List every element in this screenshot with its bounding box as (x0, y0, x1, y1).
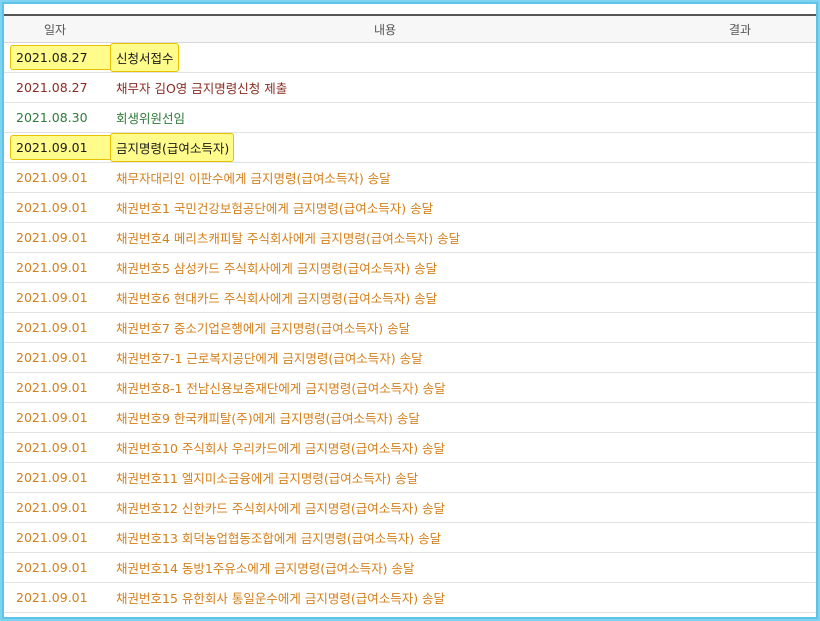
row-result (664, 192, 816, 223)
row-content: 채권번호6 현대카드 주식회사에게 금지명령(급여소득자) 송달 (106, 282, 664, 313)
row-content: 금지명령(급여소득자) (110, 133, 235, 162)
row-result (664, 102, 816, 133)
table-row: 2021.09.01 채권번호14 동방1주유소에게 금지명령(급여소득자) 송… (4, 552, 816, 583)
table-row: 2021.09.01 채권번호12 신한카드 주식회사에게 금지명령(급여소득자… (4, 492, 816, 523)
row-result (664, 342, 816, 373)
row-result (664, 432, 816, 463)
row-result (664, 462, 816, 493)
row-result (664, 372, 816, 403)
row-content: 채권번호8-1 전남신용보증재단에게 금지명령(급여소득자) 송달 (106, 372, 664, 403)
row-date: 2021.09.01 (4, 222, 106, 253)
table-row: 2021.09.01 채권번호4 메리츠캐피탈 주식회사에게 금지명령(급여소득… (4, 222, 816, 253)
row-result (664, 582, 816, 613)
row-date: 2021.09.01 (4, 582, 106, 613)
case-history-table: 일자 내용 결과 2021.08.27 신청서접수 2021.08.27 채무자… (4, 14, 816, 613)
table-row: 2021.08.27 신청서접수 (4, 42, 816, 73)
table-header-row: 일자 내용 결과 (4, 14, 816, 43)
row-result (664, 132, 816, 163)
table-row: 2021.09.01 채권번호10 주식회사 우리카드에게 금지명령(급여소득자… (4, 432, 816, 463)
row-date: 2021.09.01 (4, 342, 106, 373)
row-date: 2021.08.27 (4, 72, 106, 103)
row-content: 채권번호14 동방1주유소에게 금지명령(급여소득자) 송달 (106, 552, 664, 583)
table-row: 2021.09.01 금지명령(급여소득자) (4, 132, 816, 163)
row-date: 2021.08.27 (10, 45, 113, 70)
row-content: 채권번호11 엘지미소금융에게 금지명령(급여소득자) 송달 (106, 462, 664, 493)
row-date: 2021.09.01 (4, 522, 106, 553)
table-row: 2021.09.01 채권번호5 삼성카드 주식회사에게 금지명령(급여소득자)… (4, 252, 816, 283)
table-row: 2021.08.30 회생위원선임 (4, 102, 816, 133)
row-date: 2021.09.01 (4, 372, 106, 403)
row-result (664, 402, 816, 433)
row-date: 2021.09.01 (4, 552, 106, 583)
table-row: 2021.08.27 채무자 김O영 금지명령신청 제출 (4, 72, 816, 103)
row-content: 채무자 김O영 금지명령신청 제출 (106, 72, 664, 103)
row-content: 채권번호10 주식회사 우리카드에게 금지명령(급여소득자) 송달 (106, 432, 664, 463)
row-result (664, 162, 816, 193)
row-date: 2021.09.01 (4, 462, 106, 493)
row-content: 채권번호13 회덕농업협동조합에게 금지명령(급여소득자) 송달 (106, 522, 664, 553)
header-content: 내용 (106, 14, 664, 43)
row-result (664, 312, 816, 343)
row-date: 2021.09.01 (4, 492, 106, 523)
row-content: 채권번호9 한국캐피탈(주)에게 금지명령(급여소득자) 송달 (106, 402, 664, 433)
row-date: 2021.09.01 (4, 312, 106, 343)
row-date: 2021.09.01 (4, 252, 106, 283)
table-row: 2021.09.01 채권번호7 중소기업은행에게 금지명령(급여소득자) 송달 (4, 312, 816, 343)
row-date: 2021.08.30 (4, 102, 106, 133)
row-content: 채권번호4 메리츠캐피탈 주식회사에게 금지명령(급여소득자) 송달 (106, 222, 664, 253)
row-date: 2021.09.01 (4, 402, 106, 433)
row-content: 채권번호1 국민건강보험공단에게 금지명령(급여소득자) 송달 (106, 192, 664, 223)
row-content: 채권번호15 유한회사 통일운수에게 금지명령(급여소득자) 송달 (106, 582, 664, 613)
row-result (664, 282, 816, 313)
table-row: 2021.09.01 채권번호11 엘지미소금융에게 금지명령(급여소득자) 송… (4, 462, 816, 493)
table-row: 2021.09.01 채무자대리인 이판수에게 금지명령(급여소득자) 송달 (4, 162, 816, 193)
row-content: 채무자대리인 이판수에게 금지명령(급여소득자) 송달 (106, 162, 664, 193)
table-row: 2021.09.01 채권번호13 회덕농업협동조합에게 금지명령(급여소득자)… (4, 522, 816, 553)
row-content: 채권번호12 신한카드 주식회사에게 금지명령(급여소득자) 송달 (106, 492, 664, 523)
table-row: 2021.09.01 채권번호6 현대카드 주식회사에게 금지명령(급여소득자)… (4, 282, 816, 313)
row-result (664, 42, 816, 73)
row-content: 채권번호5 삼성카드 주식회사에게 금지명령(급여소득자) 송달 (106, 252, 664, 283)
row-result (664, 552, 816, 583)
row-result (664, 72, 816, 103)
row-result (664, 492, 816, 523)
row-result (664, 522, 816, 553)
header-date: 일자 (4, 14, 106, 43)
header-result: 결과 (664, 14, 816, 43)
row-date: 2021.09.01 (4, 282, 106, 313)
row-date: 2021.09.01 (10, 135, 113, 160)
row-date: 2021.09.01 (4, 192, 106, 223)
table-row: 2021.09.01 채권번호8-1 전남신용보증재단에게 금지명령(급여소득자… (4, 372, 816, 403)
row-date: 2021.09.01 (4, 432, 106, 463)
row-date: 2021.09.01 (4, 162, 106, 193)
row-content: 채권번호7-1 근로복지공단에게 금지명령(급여소득자) 송달 (106, 342, 664, 373)
case-history-panel: 일자 내용 결과 2021.08.27 신청서접수 2021.08.27 채무자… (2, 2, 818, 619)
table-row: 2021.09.01 채권번호7-1 근로복지공단에게 금지명령(급여소득자) … (4, 342, 816, 373)
table-row: 2021.09.01 채권번호9 한국캐피탈(주)에게 금지명령(급여소득자) … (4, 402, 816, 433)
row-content: 채권번호7 중소기업은행에게 금지명령(급여소득자) 송달 (106, 312, 664, 343)
row-result (664, 222, 816, 253)
table-row: 2021.09.01 채권번호1 국민건강보험공단에게 금지명령(급여소득자) … (4, 192, 816, 223)
row-content: 신청서접수 (110, 43, 179, 72)
row-result (664, 252, 816, 283)
row-content: 회생위원선임 (106, 102, 664, 133)
table-row: 2021.09.01 채권번호15 유한회사 통일운수에게 금지명령(급여소득자… (4, 582, 816, 613)
